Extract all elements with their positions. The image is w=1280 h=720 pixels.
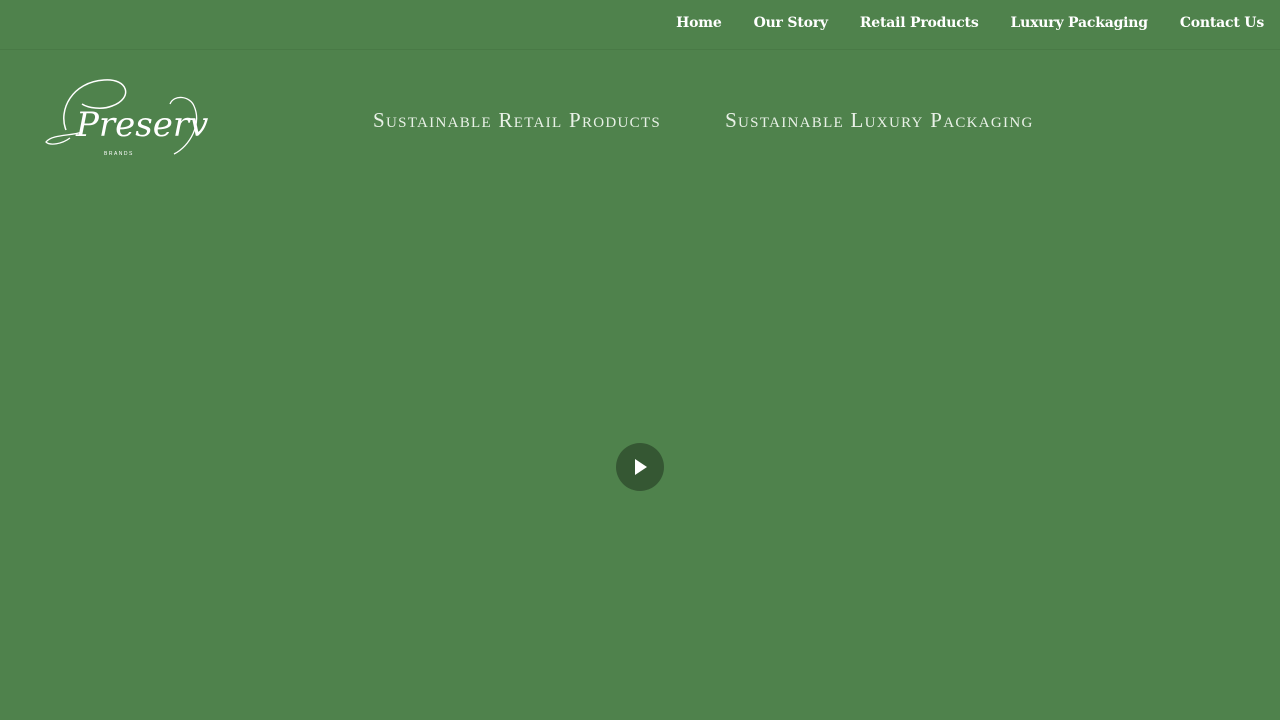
main-menu: Home Our Story Retail Products Luxury Pa… bbox=[676, 15, 1264, 31]
sustainable-retail-products-link[interactable]: Sustainable Retail Products bbox=[373, 108, 661, 133]
nav-home[interactable]: Home bbox=[676, 15, 722, 31]
logo-tagline: BRANDS bbox=[104, 151, 134, 157]
nav-our-story[interactable]: Our Story bbox=[754, 15, 828, 31]
logo-wordmark: Preserve bbox=[75, 105, 208, 145]
top-navigation-bar: Home Our Story Retail Products Luxury Pa… bbox=[0, 0, 1280, 50]
nav-retail-products[interactable]: Retail Products bbox=[860, 15, 979, 31]
play-icon bbox=[635, 459, 647, 475]
category-menu: Sustainable Retail Products Sustainable … bbox=[373, 108, 1034, 133]
nav-contact-us[interactable]: Contact Us bbox=[1180, 15, 1264, 31]
page: Home Our Story Retail Products Luxury Pa… bbox=[0, 0, 1280, 720]
nav-luxury-packaging[interactable]: Luxury Packaging bbox=[1011, 15, 1149, 31]
preserve-logo[interactable]: Preserve BRANDS bbox=[42, 74, 228, 160]
sustainable-luxury-packaging-link[interactable]: Sustainable Luxury Packaging bbox=[725, 108, 1034, 133]
video-play-button[interactable] bbox=[616, 443, 664, 491]
logo-graphic: Preserve BRANDS bbox=[45, 79, 228, 157]
